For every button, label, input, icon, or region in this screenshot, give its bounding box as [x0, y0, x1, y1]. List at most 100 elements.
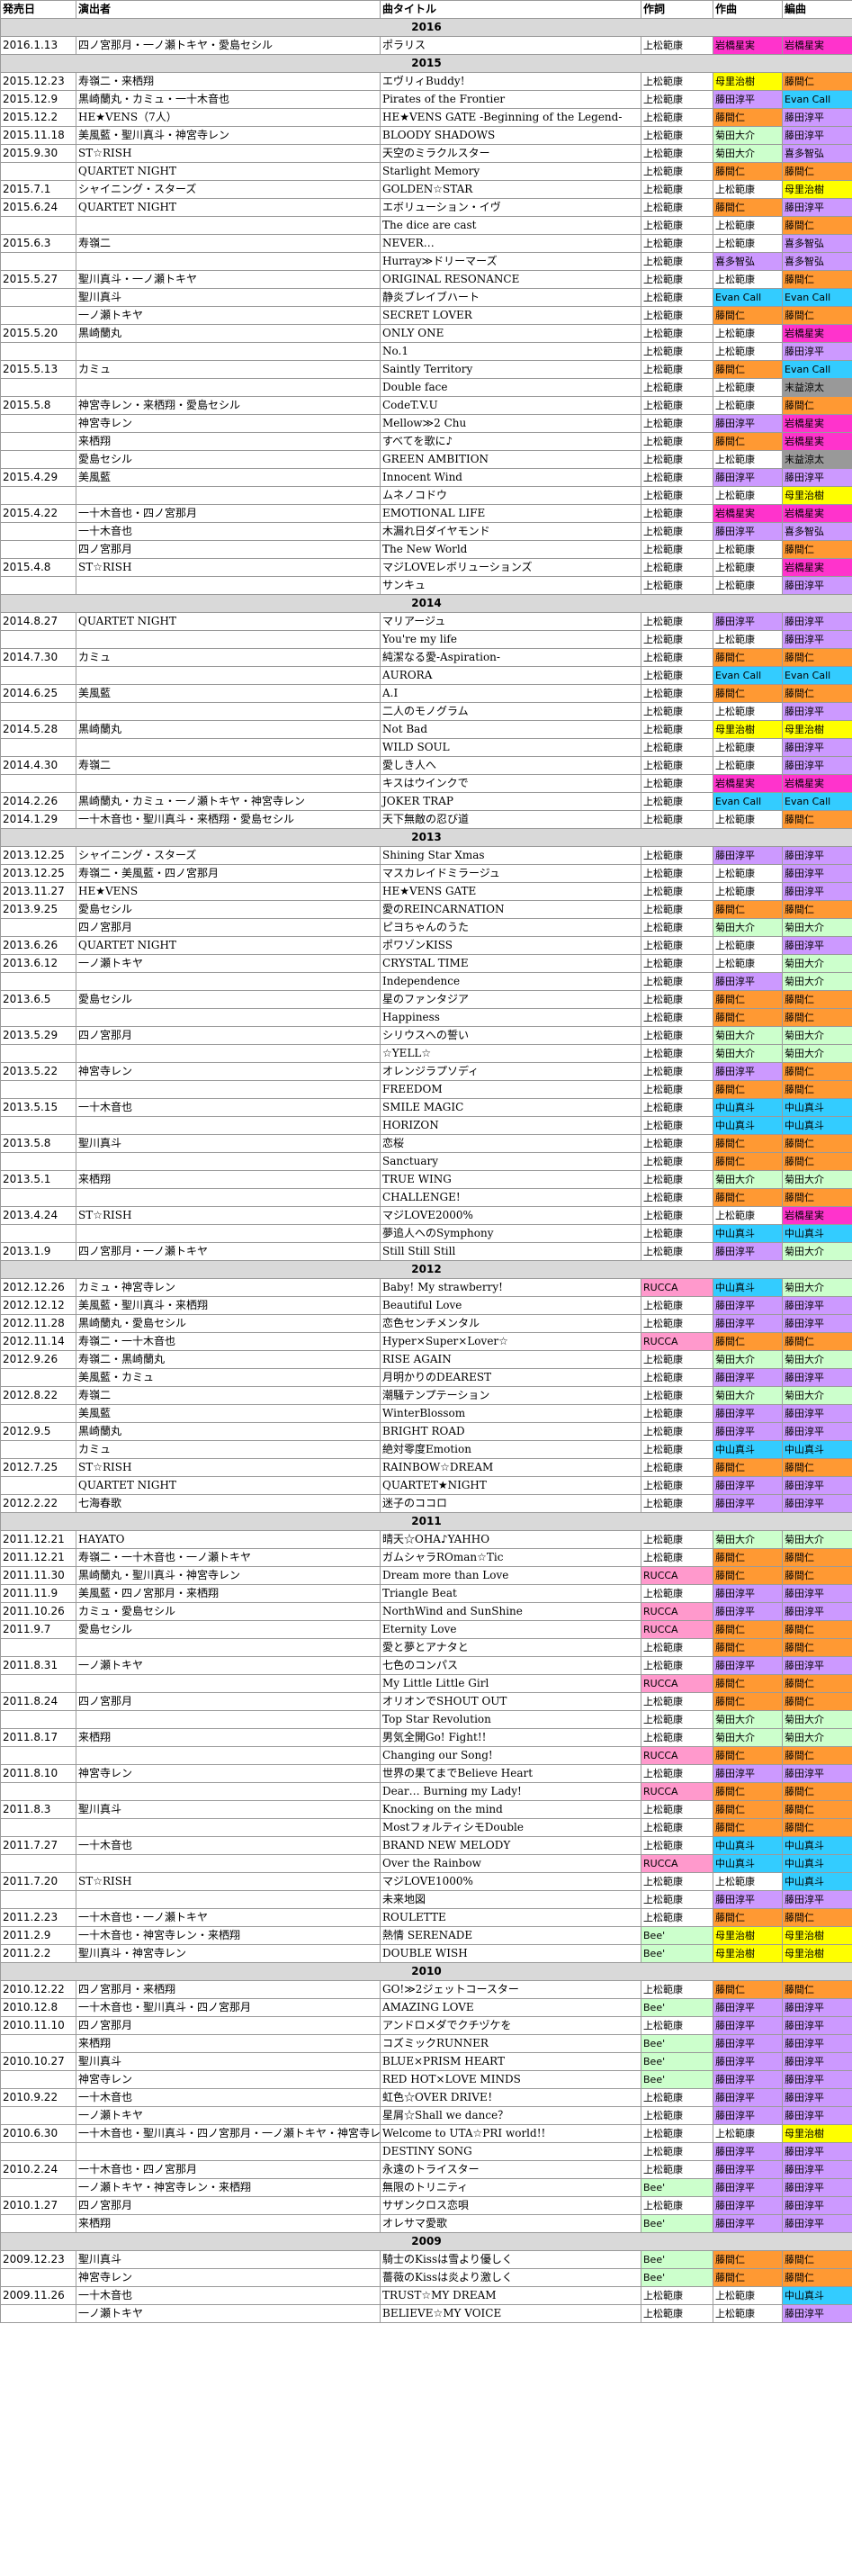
year-label: 2013 [0, 828, 852, 847]
cell-performer [76, 630, 381, 649]
cell-arranger: 藤田淳平 [782, 630, 852, 649]
cell-arranger: 藤間仁 [782, 1746, 852, 1765]
cell-song-title: Hurray≫ドリーマーズ [380, 252, 641, 271]
cell-lyricist: Bee' [641, 2034, 713, 2053]
cell-release-date: 2015.6.24 [0, 198, 76, 217]
cell-composer: 藤間仁 [713, 1800, 783, 1819]
cell-lyricist: Bee' [641, 2250, 713, 2269]
cell-lyricist: 上松範康 [641, 504, 713, 523]
cell-composer: 母里治樹 [713, 1926, 783, 1945]
cell-song-title: Sanctuary [380, 1152, 641, 1171]
cell-arranger: 藤間仁 [782, 1548, 852, 1567]
cell-song-title: Hyper×Super×Lover☆ [380, 1332, 641, 1351]
cell-song-title: シリウスへの誓い [380, 1026, 641, 1045]
table-row: 2013.5.15 一十木音也 SMILE MAGIC 上松範康 中山真斗 中山真斗 [0, 1098, 852, 1117]
cell-lyricist: 上松範康 [641, 1422, 713, 1441]
cell-composer: 上松範康 [713, 270, 783, 289]
table-row: 2010.11.10 四ノ宮那月 アンドロメダでクチヅケを 上松範康 藤田淳平 藤田淳平 [0, 2016, 852, 2035]
cell-song-title: 潮騒テンプテーション [380, 1386, 641, 1405]
table-row: 未来地図 上松範康 藤田淳平 藤田淳平 [0, 1890, 852, 1909]
table-row: キスはウインクで 上松範康 岩橋星実 岩橋星実 [0, 774, 852, 793]
cell-performer: 一十木音也 [76, 2286, 381, 2305]
cell-song-title: ONLY ONE [380, 324, 641, 343]
table-row: 2011.12.21 寿嶺二・一十木音也・一ノ瀬トキヤ ガムシャラROman☆Tic… [0, 1548, 852, 1567]
cell-arranger: 藤間仁 [782, 1908, 852, 1927]
table-row: 2011.9.7 愛島セシル Eternity Love RUCCA 藤間仁 藤間仁 [0, 1620, 852, 1639]
cell-release-date: 2013.12.25 [0, 864, 76, 883]
table-row: 2015.4.29 美風藍 Innocent Wind 上松範康 藤田淳平 藤田淳平 [0, 468, 852, 487]
cell-release-date: 2011.2.9 [0, 1926, 76, 1945]
table-row: 2014.8.27 QUARTET NIGHT マリアージュ 上松範康 藤田淳平 藤田淳平 [0, 612, 852, 631]
cell-song-title: BLUE×PRISM HEART [380, 2052, 641, 2071]
cell-song-title: Double face [380, 378, 641, 397]
cell-arranger: 岩橋星実 [782, 504, 852, 523]
cell-composer: 藤田淳平 [713, 2142, 783, 2161]
cell-performer: 黒崎蘭丸 [76, 720, 381, 739]
cell-song-title: Still Still Still [380, 1242, 641, 1261]
cell-song-title: RAINBOW☆DREAM [380, 1458, 641, 1477]
cell-arranger: 藤間仁 [782, 306, 852, 325]
cell-composer: 藤田淳平 [713, 2070, 783, 2089]
cell-lyricist: 上松範康 [641, 612, 713, 631]
cell-composer: 藤間仁 [713, 1188, 783, 1207]
cell-lyricist: 上松範康 [641, 540, 713, 559]
cell-composer: 藤田淳平 [713, 2052, 783, 2071]
cell-song-title: EMOTIONAL LIFE [380, 504, 641, 523]
table-row: Changing our Song! RUCCA 藤間仁 藤間仁 [0, 1746, 852, 1765]
table-row: 2011.11.9 美風藍・四ノ宮那月・来栖翔 Triangle Beat 上松範康藤… [0, 1584, 852, 1603]
cell-release-date: 2013.9.25 [0, 900, 76, 919]
cell-song-title: The dice are cast [380, 216, 641, 235]
cell-song-title: Independence [380, 972, 641, 991]
cell-performer: 四ノ宮那月 [76, 2016, 381, 2035]
cell-composer: Evan Call [713, 792, 783, 811]
cell-release-date [0, 1674, 76, 1693]
cell-release-date: 2015.5.20 [0, 324, 76, 343]
cell-lyricist: 上松範康 [641, 306, 713, 325]
table-row: 2011.12.21 HAYATO 晴天☆OHA♪YAHHO 上松範康 菊田大介 菊田大介 [0, 1530, 852, 1549]
cell-release-date: 2013.5.15 [0, 1098, 76, 1117]
cell-release-date [0, 162, 76, 181]
year-row: 2013 [0, 828, 852, 847]
cell-song-title: 二人のモノグラム [380, 702, 641, 721]
cell-performer: 一ノ瀬トキヤ [76, 306, 381, 325]
cell-composer: 菊田大介 [713, 1350, 783, 1369]
cell-song-title: ムネノコドウ [380, 486, 641, 505]
cell-lyricist: 上松範康 [641, 1872, 713, 1891]
table-row: 2010.9.22 一十木音也 虹色☆OVER DRIVE！ 上松範康 藤田淳平 藤田淳平 [0, 2088, 852, 2107]
cell-composer: 藤間仁 [713, 684, 783, 703]
cell-release-date [0, 522, 76, 541]
cell-release-date [0, 2304, 76, 2323]
cell-arranger: Evan Call [782, 90, 852, 109]
cell-song-title: AURORA [380, 666, 641, 685]
table-row: 四ノ宮那月 The New World 上松範康 上松範康 藤間仁 [0, 540, 852, 559]
cell-composer: 菊田大介 [713, 144, 783, 163]
cell-lyricist: 上松範康 [641, 162, 713, 181]
table-row: 2014.7.30 カミュ 純潔なる愛-Aspiration- 上松範康 藤間仁 藤間仁 [0, 648, 852, 667]
cell-composer: 上松範康 [713, 180, 783, 199]
cell-performer: ST☆RISH [76, 144, 381, 163]
cell-song-title: 七色のコンパス [380, 1656, 641, 1675]
cell-composer: 上松範康 [713, 864, 783, 883]
cell-composer: 上松範康 [713, 954, 783, 973]
cell-lyricist: RUCCA [641, 1602, 713, 1621]
cell-lyricist: 上松範康 [641, 1836, 713, 1855]
cell-performer: 聖川真斗 [76, 288, 381, 307]
cell-release-date: 2015.9.30 [0, 144, 76, 163]
cell-release-date: 2010.12.22 [0, 1980, 76, 1999]
cell-song-title: Dream more than Love [380, 1566, 641, 1585]
cell-lyricist: 上松範康 [641, 216, 713, 235]
cell-lyricist: 上松範康 [641, 1728, 713, 1747]
cell-song-title: Starlight Memory [380, 162, 641, 181]
cell-performer: 愛島セシル [76, 450, 381, 469]
cell-arranger: 藤間仁 [782, 270, 852, 289]
cell-lyricist: 上松範康 [641, 270, 713, 289]
cell-release-date [0, 576, 76, 595]
cell-arranger: 喜多智弘 [782, 522, 852, 541]
cell-arranger: 藤田淳平 [782, 864, 852, 883]
cell-arranger: 藤間仁 [782, 990, 852, 1009]
cell-release-date: 2011.7.20 [0, 1872, 76, 1891]
cell-arranger: 藤田淳平 [782, 702, 852, 721]
cell-lyricist: 上松範康 [641, 738, 713, 757]
cell-lyricist: 上松範康 [641, 108, 713, 127]
cell-composer: 上松範康 [713, 2286, 783, 2305]
